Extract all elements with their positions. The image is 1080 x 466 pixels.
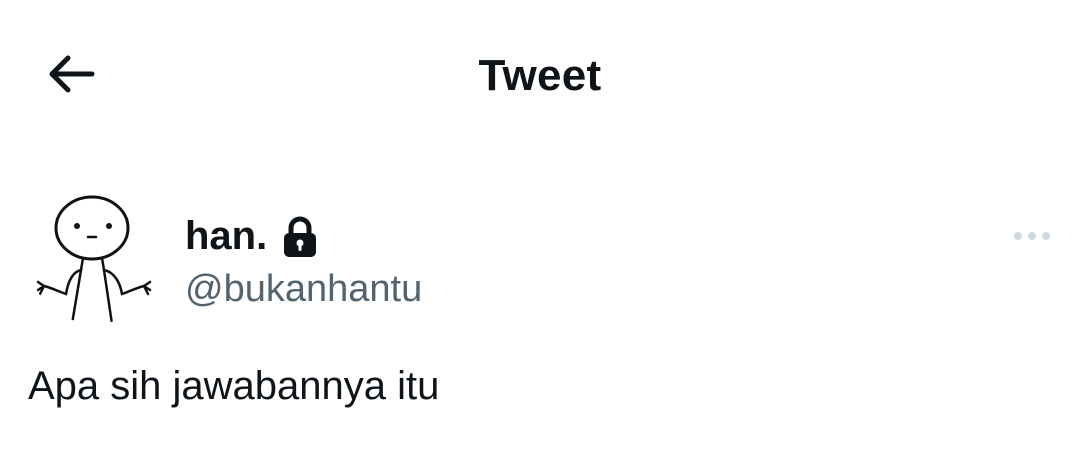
lock-icon bbox=[281, 216, 319, 258]
display-name: han. bbox=[185, 214, 268, 258]
more-options-button[interactable] bbox=[1010, 218, 1054, 254]
page-title: Tweet bbox=[478, 51, 602, 100]
shrug-figure-avatar bbox=[36, 195, 152, 324]
more-horizontal-icon bbox=[1014, 232, 1050, 240]
author-handle[interactable]: @bukanhantu bbox=[185, 262, 422, 316]
avatar[interactable] bbox=[28, 190, 162, 324]
tweet-text: Apa sih jawabannya itu bbox=[28, 364, 440, 408]
author-name-row[interactable]: han. bbox=[185, 208, 319, 264]
